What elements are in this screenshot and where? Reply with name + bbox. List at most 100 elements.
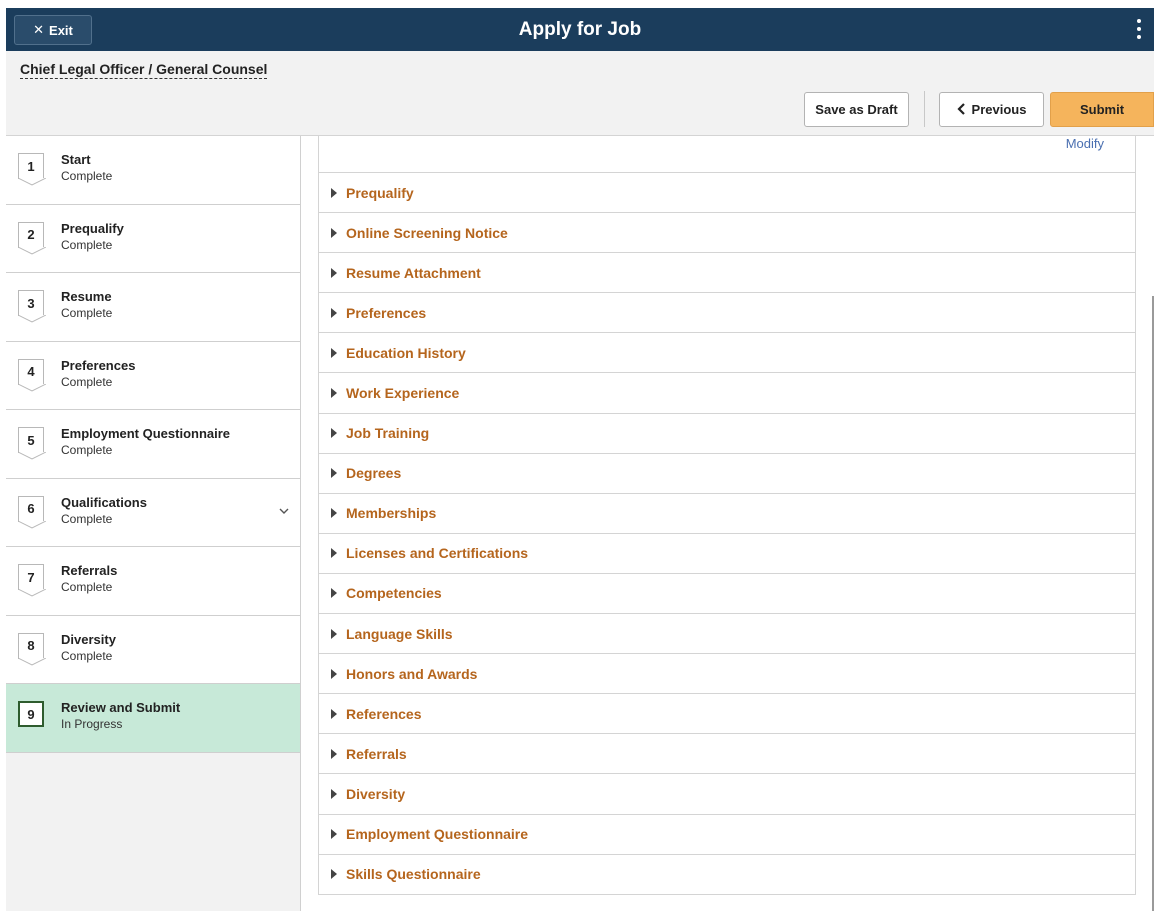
step-number: 9 xyxy=(18,701,44,727)
triangle-right-icon xyxy=(331,788,337,799)
step-pointer-icon xyxy=(18,315,46,323)
previous-button[interactable]: Previous xyxy=(939,91,1044,127)
triangle-right-icon xyxy=(331,347,337,358)
section-label: Memberships xyxy=(346,505,437,522)
submit-button[interactable]: Submit xyxy=(1050,91,1154,127)
section-label: Job Training xyxy=(346,425,430,442)
step-pointer-icon xyxy=(18,246,46,255)
section-label: Employment Questionnaire xyxy=(346,826,529,843)
section-label: Online Screening Notice xyxy=(346,224,508,241)
section-row[interactable]: Education History xyxy=(318,333,1136,374)
triangle-right-icon xyxy=(331,468,337,479)
section-label: Degrees xyxy=(346,465,402,482)
step-pointer-icon xyxy=(18,178,46,186)
section-label: Work Experience xyxy=(346,385,460,402)
exit-button[interactable]: ✕ Exit xyxy=(14,15,92,45)
exit-label: Exit xyxy=(49,22,73,38)
section-row[interactable]: Honors and Awards xyxy=(318,654,1136,695)
triangle-right-icon xyxy=(331,388,337,399)
section-label: Language Skills xyxy=(346,625,453,642)
subheader: Chief Legal Officer / General Counsel Sa… xyxy=(6,51,1154,136)
section-row[interactable]: Competencies xyxy=(318,573,1136,615)
step-status: In Progress xyxy=(61,717,123,731)
toolbar: Save as Draft Previous Submit xyxy=(804,91,1154,127)
section-row[interactable]: Licenses and Certifications xyxy=(318,533,1136,574)
step-item[interactable]: 5 Employment Questionnaire Complete xyxy=(6,410,300,479)
step-status: Complete xyxy=(61,580,113,594)
triangle-right-icon xyxy=(331,628,337,639)
step-status: Complete xyxy=(61,511,113,526)
section-row[interactable]: Skills Questionnaire xyxy=(318,854,1136,895)
triangle-right-icon xyxy=(331,548,337,559)
step-name: Qualifications xyxy=(61,494,147,510)
step-item[interactable]: 3 Resume Complete xyxy=(6,273,300,342)
step-item[interactable]: 4 Preferences Complete xyxy=(6,341,300,410)
step-status: Complete xyxy=(61,443,113,457)
triangle-right-icon xyxy=(331,668,337,679)
page-title: Apply for Job xyxy=(518,18,642,40)
step-number: 6 xyxy=(18,495,46,529)
close-icon: ✕ xyxy=(33,22,45,37)
step-item[interactable]: 8 Diversity Complete xyxy=(6,615,300,684)
section-row[interactable]: Online Screening Notice xyxy=(318,213,1136,254)
section-row[interactable]: Degrees xyxy=(318,453,1136,494)
step-pointer-icon xyxy=(18,452,46,460)
section-label: Licenses and Certifications xyxy=(346,545,529,562)
section-row[interactable]: Resume Attachment xyxy=(318,253,1136,294)
section-row[interactable]: Memberships xyxy=(318,493,1136,534)
triangle-right-icon xyxy=(331,748,337,759)
step-item[interactable]: 6 Qualifications Complete xyxy=(6,478,300,547)
chevron-down-icon[interactable] xyxy=(278,505,290,517)
step-item[interactable]: 9 Review and Submit In Progress xyxy=(6,684,300,753)
step-number: 1 xyxy=(18,153,46,186)
step-number: 7 xyxy=(18,564,46,597)
save-as-draft-button[interactable]: Save as Draft xyxy=(804,91,909,127)
triangle-right-icon xyxy=(331,869,337,880)
section-label: Competencies xyxy=(346,585,442,602)
step-item[interactable]: 1 Start Complete xyxy=(6,136,300,205)
section-row[interactable]: Preferences xyxy=(318,293,1136,334)
step-pointer-icon xyxy=(18,383,46,392)
triangle-right-icon xyxy=(331,227,337,238)
step-name: Start xyxy=(61,152,91,167)
step-name: Diversity xyxy=(61,631,116,647)
step-name: Resume xyxy=(61,289,112,304)
triangle-right-icon xyxy=(331,508,337,519)
triangle-right-icon xyxy=(331,267,337,278)
triangle-right-icon xyxy=(331,588,337,599)
triangle-right-icon xyxy=(331,307,337,318)
job-title[interactable]: Chief Legal Officer / General Counsel xyxy=(20,61,268,79)
section-row[interactable]: References xyxy=(318,694,1136,735)
section-row[interactable]: Job Training xyxy=(318,413,1136,454)
step-status: Complete xyxy=(61,374,113,389)
section-label: Prequalify xyxy=(346,184,414,201)
section-row[interactable]: Language Skills xyxy=(318,614,1136,655)
step-name: Review and Submit xyxy=(61,700,181,715)
section-label: Referrals xyxy=(346,745,407,762)
section-list: Prequalify Online Screening Notice Resume … xyxy=(318,173,1136,895)
step-number: 5 xyxy=(18,427,46,460)
step-name: Prequalify xyxy=(61,220,124,236)
step-pointer-icon xyxy=(18,657,46,666)
section-row[interactable]: Referrals xyxy=(318,734,1136,775)
step-name: Referrals xyxy=(61,563,118,578)
step-status: Complete xyxy=(61,169,113,183)
section-row[interactable]: Employment Questionnaire xyxy=(318,814,1136,855)
modify-link[interactable]: Modify xyxy=(1066,136,1104,151)
section-label: Skills Questionnaire xyxy=(346,866,481,883)
step-status: Complete xyxy=(61,237,113,252)
section-row[interactable]: Diversity xyxy=(318,774,1136,815)
triangle-right-icon xyxy=(331,708,337,719)
triangle-right-icon xyxy=(331,829,337,840)
section-row[interactable]: Prequalify xyxy=(318,173,1136,214)
step-item[interactable]: 2 Prequalify Complete xyxy=(6,204,300,273)
step-item[interactable]: 7 Referrals Complete xyxy=(6,547,300,616)
step-name: Employment Questionnaire xyxy=(61,426,231,441)
review-content: Modify Prequalify Online Screening Notice… xyxy=(318,136,1136,895)
step-status: Complete xyxy=(61,648,113,663)
step-number: 3 xyxy=(18,290,46,323)
section-row[interactable]: Work Experience xyxy=(318,373,1136,414)
section-label: References xyxy=(346,705,422,722)
kebab-menu-icon[interactable] xyxy=(1132,16,1146,42)
step-number: 4 xyxy=(18,358,46,392)
